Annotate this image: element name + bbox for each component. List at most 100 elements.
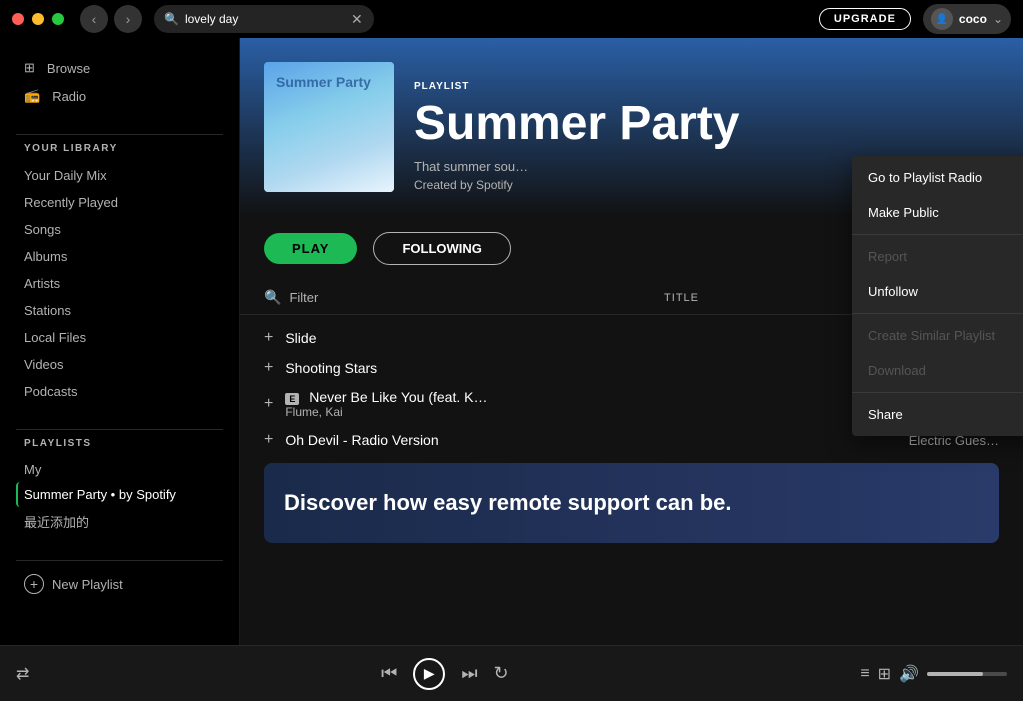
sidebar-nav-section: ⊞ Browse 📻 Radio (0, 54, 239, 110)
sidebar-item-recently-played[interactable]: Recently Played (16, 189, 223, 216)
menu-item-make-public[interactable]: Make Public (852, 195, 1023, 230)
search-input[interactable] (185, 12, 345, 26)
sidebar-item-videos[interactable]: Videos (16, 351, 223, 378)
right-view-buttons: ≡ ⊞ (860, 664, 891, 684)
sidebar-divider-1 (16, 134, 223, 135)
menu-label-make-public: Make Public (868, 205, 939, 220)
menu-label-report: Report (868, 249, 907, 264)
sidebar-item-stations[interactable]: Stations (16, 297, 223, 324)
sidebar-artists-label: Artists (24, 276, 60, 291)
plus-circle-icon: + (24, 574, 44, 594)
sidebar-podcasts-label: Podcasts (24, 384, 77, 399)
play-button[interactable]: PLAY (264, 233, 357, 264)
main-layout: ⊞ Browse 📻 Radio YOUR LIBRARY Your Daily… (0, 38, 1023, 645)
playlists-label: PLAYLISTS (16, 438, 223, 449)
menu-label-unfollow: Unfollow (868, 284, 918, 299)
back-button[interactable]: ‹ (80, 5, 108, 33)
titlebar: ‹ › 🔍 ✕ UPGRADE 👤 coco ⌄ (0, 0, 1023, 38)
play-pause-button[interactable]: ▶ (413, 658, 445, 690)
sidebar-recently-played-label: Recently Played (24, 195, 118, 210)
playlist-cover: Summer Party (264, 62, 394, 192)
radio-icon: 📻 (24, 88, 40, 104)
track-add-icon-2[interactable]: + (264, 395, 273, 413)
new-playlist-button[interactable]: + New Playlist (0, 569, 239, 599)
cover-overlay-text: Summer Party (276, 74, 371, 90)
player-controls: ⏮ ▶ ⏭ ↻ (45, 658, 844, 690)
volume-fill (927, 672, 983, 676)
sidebar-item-local-files[interactable]: Local Files (16, 324, 223, 351)
menu-item-go-to-radio[interactable]: Go to Playlist Radio (852, 160, 1023, 195)
menu-label-go-to-radio: Go to Playlist Radio (868, 170, 982, 185)
sidebar-item-summer-party[interactable]: Summer Party • by Spotify (16, 482, 223, 507)
maximize-button[interactable] (52, 13, 64, 25)
menu-item-download: Download (852, 353, 1023, 388)
sidebar-item-radio[interactable]: 📻 Radio (16, 82, 223, 110)
search-icon: 🔍 (164, 12, 179, 26)
playlist-title: Summer Party (414, 98, 999, 151)
menu-divider-2 (852, 313, 1023, 314)
sidebar-playlists-section: PLAYLISTS My Summer Party • by Spotify 最… (0, 438, 239, 536)
repeat-button[interactable]: ↻ (494, 663, 509, 684)
menu-item-share[interactable]: Share › (852, 397, 1023, 432)
header-right: UPGRADE 👤 coco ⌄ (819, 4, 1011, 34)
skip-forward-button[interactable]: ⏭ (461, 663, 477, 684)
nav-buttons: ‹ › (80, 5, 142, 33)
sidebar: ⊞ Browse 📻 Radio YOUR LIBRARY Your Daily… (0, 38, 240, 645)
playlist-type-label: PLAYLIST (414, 81, 999, 92)
playlist-cover-art: Summer Party (264, 62, 394, 192)
search-clear-button[interactable]: ✕ (351, 11, 363, 28)
avatar: 👤 (931, 8, 953, 30)
browse-icon: ⊞ (24, 60, 35, 76)
sidebar-item-my-playlist[interactable]: My (16, 457, 223, 482)
sidebar-item-podcasts[interactable]: Podcasts (16, 378, 223, 405)
your-library-label: YOUR LIBRARY (16, 143, 223, 154)
summer-party-label: Summer Party • by Spotify (24, 487, 176, 502)
user-area[interactable]: 👤 coco ⌄ (923, 4, 1011, 34)
track-add-icon-1[interactable]: + (264, 359, 273, 377)
track-name-1: Shooting Stars (285, 360, 915, 376)
ad-banner: Discover how easy remote support can be. (264, 463, 999, 543)
sidebar-stations-label: Stations (24, 303, 71, 318)
menu-item-unfollow[interactable]: Unfollow (852, 274, 1023, 309)
minimize-button[interactable] (32, 13, 44, 25)
traffic-lights (12, 13, 64, 25)
sidebar-item-browse[interactable]: ⊞ Browse (16, 54, 223, 82)
my-playlist-label: My (24, 462, 41, 477)
filter-area: 🔍 Filter (264, 289, 318, 306)
shuffle-button[interactable]: ⇄ (16, 664, 29, 684)
skip-back-button[interactable]: ⏮ (381, 663, 397, 684)
sidebar-item-albums[interactable]: Albums (16, 243, 223, 270)
list-view-button[interactable]: ≡ (860, 664, 869, 684)
bottom-player: ⇄ ⏮ ▶ ⏭ ↻ ≡ ⊞ 🔊 (0, 645, 1023, 701)
menu-label-share: Share (868, 407, 903, 422)
sidebar-item-recent[interactable]: 最近添加的 (16, 507, 223, 536)
menu-item-report: Report (852, 239, 1023, 274)
forward-button[interactable]: › (114, 5, 142, 33)
track-add-icon-3[interactable]: + (264, 431, 273, 449)
sidebar-songs-label: Songs (24, 222, 61, 237)
menu-label-create-similar: Create Similar Playlist (868, 328, 995, 343)
following-button[interactable]: FOLLOWING (373, 232, 510, 265)
sidebar-albums-label: Albums (24, 249, 67, 264)
volume-area: ≡ ⊞ 🔊 (860, 664, 1007, 684)
close-button[interactable] (12, 13, 24, 25)
upgrade-button[interactable]: UPGRADE (819, 8, 911, 30)
filter-icon: 🔍 (264, 289, 281, 306)
menu-divider-1 (852, 234, 1023, 235)
track-add-icon-0[interactable]: + (264, 329, 273, 347)
grid-view-button[interactable]: ⊞ (878, 664, 891, 684)
sidebar-item-artists[interactable]: Artists (16, 270, 223, 297)
sidebar-divider-2 (16, 429, 223, 430)
search-bar: 🔍 ✕ (154, 5, 374, 33)
volume-bar[interactable] (927, 672, 1007, 676)
menu-item-create-similar: Create Similar Playlist (852, 318, 1023, 353)
menu-divider-3 (852, 392, 1023, 393)
track-info-3: Oh Devil - Radio Version (285, 432, 896, 448)
menu-label-download: Download (868, 363, 926, 378)
sidebar-library-section: YOUR LIBRARY Your Daily Mix Recently Pla… (0, 143, 239, 405)
sidebar-item-daily-mix[interactable]: Your Daily Mix (16, 162, 223, 189)
volume-icon: 🔊 (899, 664, 919, 684)
context-menu: Go to Playlist Radio Make Public Report … (852, 156, 1023, 436)
sidebar-videos-label: Videos (24, 357, 64, 372)
sidebar-item-songs[interactable]: Songs (16, 216, 223, 243)
